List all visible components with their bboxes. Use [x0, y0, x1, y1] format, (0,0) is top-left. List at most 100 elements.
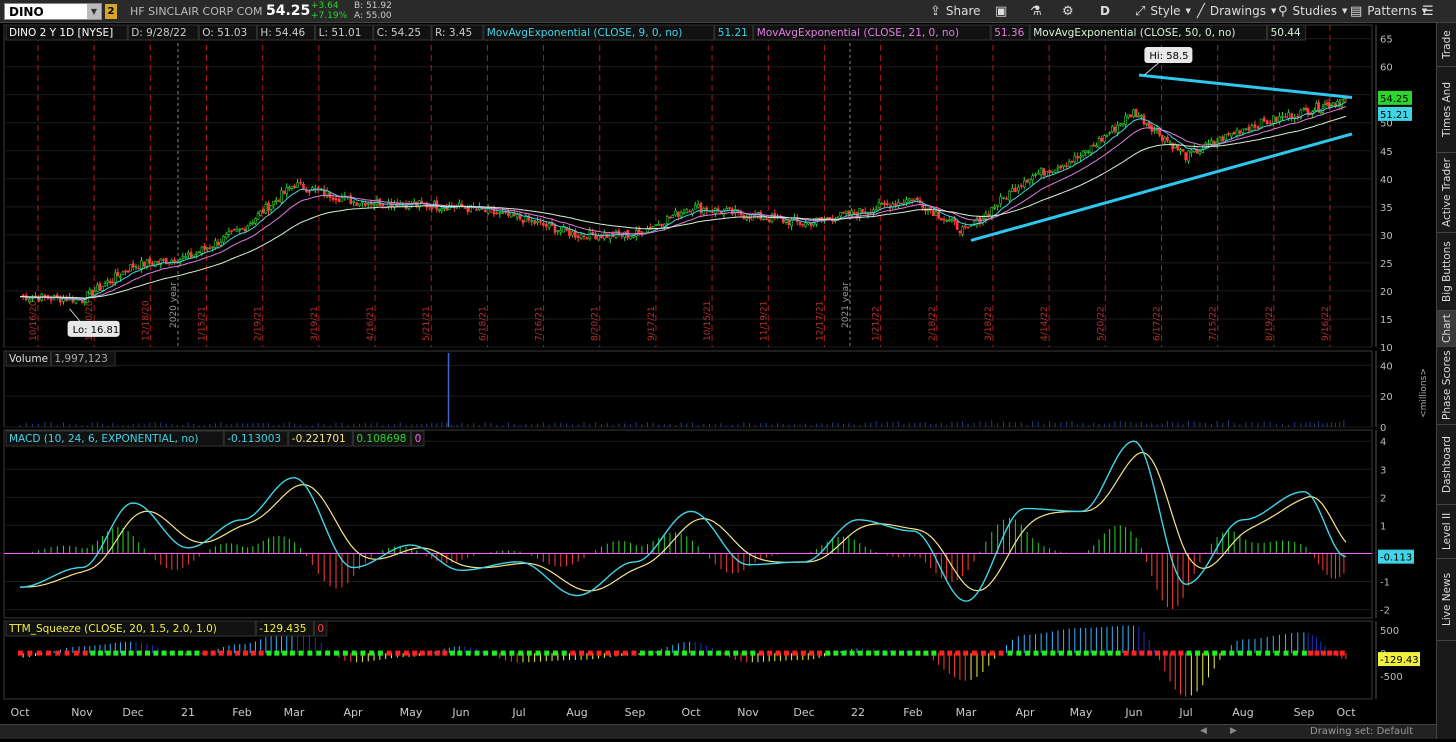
- ttm-squeeze-dot: [1333, 650, 1339, 656]
- candle-body: [1081, 150, 1085, 157]
- hdr-close: C: 54.25: [377, 27, 421, 39]
- menu-button[interactable]: ☰: [1422, 0, 1434, 23]
- link-number-badge[interactable]: 2: [105, 4, 117, 19]
- x-axis-label: Apr: [343, 706, 363, 719]
- macd-value: -0.113003: [227, 433, 281, 445]
- style-button[interactable]: ⤢ Style ▼: [1135, 0, 1191, 23]
- candle-body: [657, 224, 661, 226]
- candle-body: [1147, 121, 1151, 127]
- ttm-squeeze-dot: [186, 650, 192, 656]
- ttm-squeeze-dot: [1170, 650, 1176, 656]
- candle-body: [1084, 150, 1088, 153]
- candle-body: [1014, 187, 1017, 193]
- x-axis-label: May: [1070, 706, 1093, 719]
- settings-button[interactable]: ⚙: [1062, 0, 1074, 23]
- candle-body: [1039, 168, 1043, 176]
- chevron-down-icon[interactable]: ▼: [87, 4, 101, 19]
- camera-icon: ▣: [995, 4, 1008, 19]
- ttm-squeeze-dot: [724, 650, 730, 656]
- candle-body: [1037, 172, 1040, 175]
- volume-units: <millions>: [1419, 368, 1429, 418]
- candle-body: [211, 246, 214, 249]
- side-tab-trade[interactable]: Trade: [1437, 23, 1456, 67]
- candle-body: [1253, 124, 1257, 128]
- patterns-button[interactable]: ▤ Patterns ▼: [1350, 0, 1427, 23]
- period-button[interactable]: D: [1100, 0, 1110, 23]
- ttm-squeeze-dot: [1041, 650, 1047, 656]
- ttm-squeeze-dot: [243, 650, 249, 656]
- drawing-set-label[interactable]: Drawing set: Default: [1310, 726, 1413, 737]
- candle-body: [679, 212, 683, 217]
- macd-badge-text: -0.113: [1380, 553, 1412, 564]
- x-axis-label: Mar: [284, 706, 305, 719]
- price-tick-label: 40: [1380, 175, 1393, 186]
- candle-body: [559, 230, 563, 233]
- patterns-icon: ▤: [1350, 4, 1363, 19]
- ttm-tick-label: -500: [1380, 672, 1403, 683]
- expiry-label: 9/16/22: [1321, 306, 1331, 341]
- candle-body: [940, 218, 943, 221]
- side-tab-times-and-sales[interactable]: Times And Sales: [1437, 67, 1456, 153]
- ttm-squeeze-dot: [955, 650, 961, 656]
- side-tab-live-news[interactable]: Live News: [1437, 559, 1456, 641]
- candle-body: [1227, 133, 1230, 136]
- ttm-squeeze-dot: [1314, 650, 1320, 656]
- chart-area[interactable]: 2020 year 2021 year 10/16/20 11/20/20 12/18/…: [0, 23, 1436, 739]
- ttm-squeeze-dot: [404, 650, 410, 656]
- studies-button[interactable]: ⚲ Studies ▼: [1278, 0, 1347, 23]
- ttm-squeeze-dot: [351, 650, 357, 656]
- ttm-squeeze-dot: [1265, 650, 1271, 656]
- ttm-squeeze-dot: [1283, 650, 1289, 656]
- volume-value: 1,997,123: [54, 353, 107, 365]
- ttm-squeeze-dot: [161, 650, 167, 656]
- ttm-squeeze-dot: [1083, 650, 1089, 656]
- candle-body: [103, 283, 107, 287]
- x-axis-label: Mar: [956, 706, 977, 719]
- candle-body: [1168, 141, 1172, 144]
- flask-button[interactable]: ⚗: [1030, 0, 1042, 23]
- ttm-squeeze-dot: [442, 650, 448, 656]
- candle-body: [1181, 149, 1185, 152]
- volume-label: Volume: [9, 353, 48, 365]
- ttm-squeeze-dot: [526, 650, 532, 656]
- ttm-squeeze-dot: [656, 650, 662, 656]
- ttm-squeeze-dot: [266, 650, 272, 656]
- side-tab-big-buttons[interactable]: Big Buttons: [1437, 233, 1456, 311]
- candle-body: [131, 263, 135, 268]
- expiry-label: 4/16/21: [366, 306, 376, 341]
- scroll-right-icon[interactable]: ▶: [1230, 726, 1237, 736]
- candle-body: [842, 211, 845, 214]
- share-button[interactable]: ⇪ Share: [930, 0, 981, 23]
- ttm-squeeze-dot: [457, 650, 463, 656]
- drawings-button[interactable]: ╱ Drawings ▼: [1197, 0, 1276, 23]
- side-tab-phase-scores[interactable]: Phase Scores: [1437, 347, 1456, 425]
- ttm-squeeze-dot: [1091, 650, 1097, 656]
- ttm-squeeze-dot: [931, 650, 937, 656]
- candle-body: [1176, 144, 1180, 151]
- symbol-input[interactable]: DINO ▼: [4, 3, 102, 20]
- candle-body: [1187, 150, 1190, 162]
- price-tick-label: 10: [1380, 343, 1393, 354]
- ttm-squeeze-dot: [1220, 650, 1226, 656]
- side-tab-level-ii[interactable]: Level II: [1437, 505, 1456, 559]
- ttm-squeeze-dot: [18, 650, 23, 656]
- side-tab-active-trader[interactable]: Active Trader: [1437, 153, 1456, 233]
- snapshot-button[interactable]: ▣: [995, 0, 1007, 23]
- side-tab-dashboard[interactable]: Dashboard: [1437, 425, 1456, 505]
- scroll-left-icon[interactable]: ◀: [1200, 726, 1207, 736]
- candle-body: [547, 223, 551, 228]
- expiry-label: 5/20/22: [1096, 306, 1106, 341]
- ttm-squeeze-dot: [631, 650, 637, 656]
- candle-body: [366, 202, 370, 205]
- ttm-squeeze-dot: [178, 650, 184, 656]
- ttm-squeeze-dot: [817, 650, 823, 656]
- ttm-squeeze-dot: [874, 650, 880, 656]
- candle-body: [293, 185, 296, 189]
- candle-body: [937, 211, 940, 219]
- candle-body: [251, 222, 255, 224]
- chart-svg[interactable]: 2020 year 2021 year10/16/20 11/20/20 12/18/…: [0, 23, 1436, 739]
- candle-body: [205, 247, 209, 250]
- x-axis-label: Oct: [10, 706, 30, 719]
- side-tab-chart[interactable]: Chart: [1437, 311, 1456, 347]
- candle-body: [246, 225, 249, 232]
